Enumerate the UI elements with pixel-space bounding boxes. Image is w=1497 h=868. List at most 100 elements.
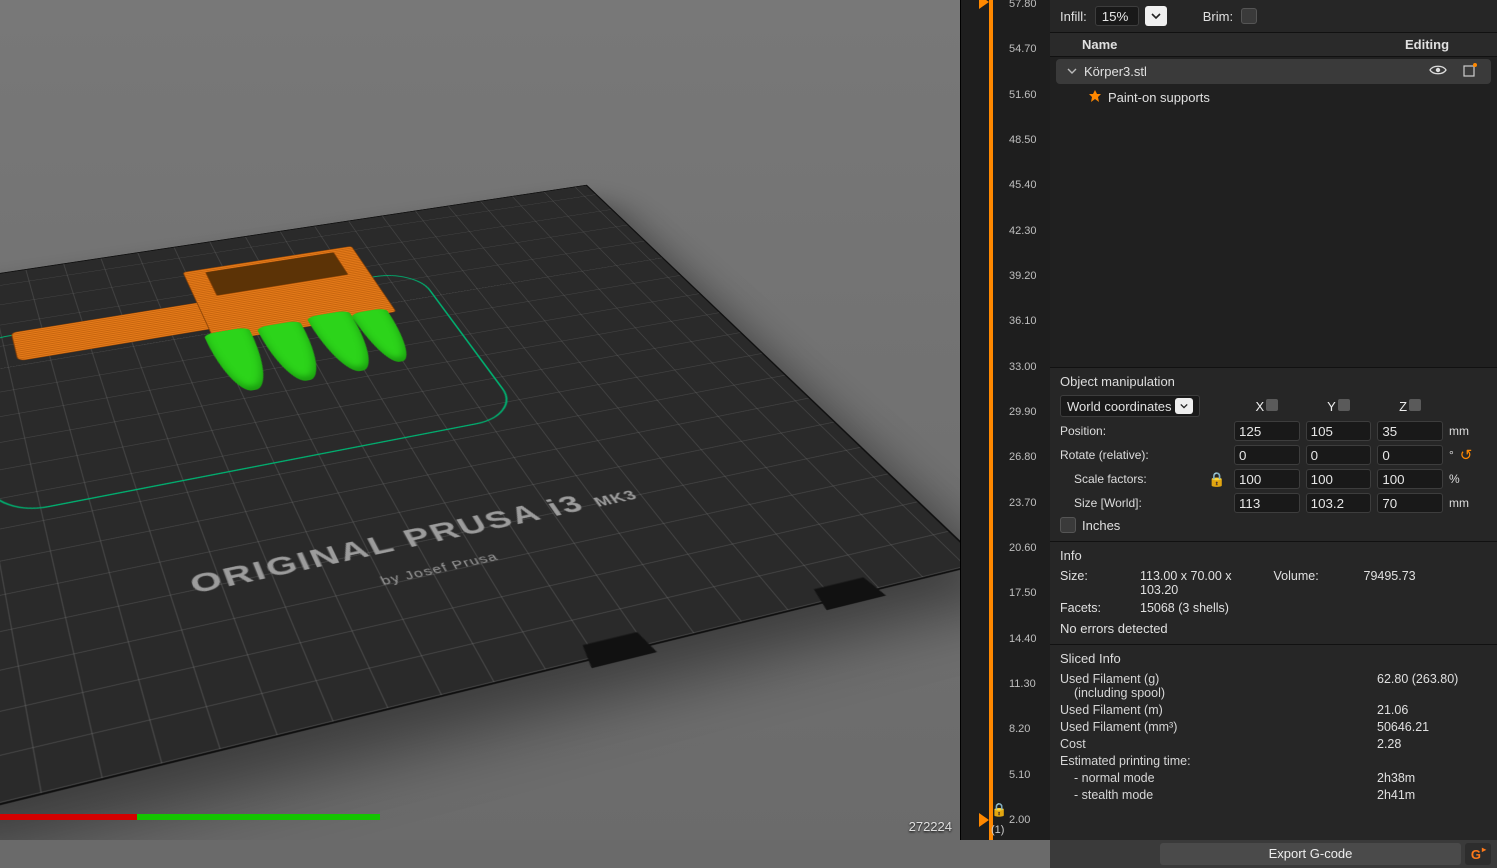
- eye-icon: [1429, 64, 1447, 76]
- info-size-key: Size:: [1060, 569, 1130, 597]
- mirror-x-icon[interactable]: [1266, 399, 1278, 411]
- gcode-icon-label: G: [1471, 847, 1481, 862]
- rotate-unit: °: [1449, 448, 1454, 462]
- info-volume-value: 79495.73: [1364, 569, 1488, 597]
- size-x-input[interactable]: [1234, 493, 1300, 513]
- editing-toggle[interactable]: [1457, 62, 1483, 81]
- bed-foot: [577, 631, 657, 669]
- scale-x-input[interactable]: [1234, 469, 1300, 489]
- slider-thumb-bottom[interactable]: [979, 813, 989, 827]
- object-manipulation-section: Object manipulation World coordinates X …: [1050, 367, 1497, 541]
- side-panel: Infill: Brim: Name Editing Körper3.stl: [1050, 0, 1497, 840]
- axis-x-label: X: [1255, 399, 1264, 414]
- section-title: Info: [1060, 548, 1487, 563]
- object-child-row[interactable]: Paint-on supports: [1050, 86, 1497, 109]
- infill-label: Infill:: [1060, 9, 1087, 24]
- coord-system-value: World coordinates: [1067, 399, 1172, 414]
- ruler-tick: 33.00: [1009, 361, 1037, 373]
- filament-g-key: Used Filament (g): [1060, 672, 1159, 686]
- chevron-down-icon: [1067, 66, 1077, 76]
- support-icon: [1088, 89, 1102, 106]
- filament-mm3-value: 50646.21: [1377, 720, 1487, 734]
- inches-label: Inches: [1082, 518, 1120, 533]
- visibility-toggle[interactable]: [1425, 64, 1451, 79]
- scale-unit: %: [1449, 472, 1487, 486]
- print-bed[interactable]: ORIGINAL PRUSA i3 MK3 by Josef Prusa: [0, 185, 960, 827]
- lock-icon[interactable]: 🔒: [991, 802, 1007, 818]
- ruler-tick: 42.30: [1009, 225, 1037, 237]
- filament-g-value: 62.80 (263.80): [1377, 672, 1487, 700]
- rotate-y-input[interactable]: [1306, 445, 1372, 465]
- info-size-value: 113.00 x 70.00 x 103.20: [1140, 569, 1264, 597]
- info-section: Info Size: 113.00 x 70.00 x 103.20 Volum…: [1050, 541, 1497, 644]
- size-z-input[interactable]: [1377, 493, 1443, 513]
- position-z-input[interactable]: [1377, 421, 1443, 441]
- mirror-y-icon[interactable]: [1338, 399, 1350, 411]
- object-name: Körper3.stl: [1084, 64, 1419, 79]
- size-row: Size [World]: mm: [1060, 493, 1487, 513]
- stealth-mode-key: - stealth mode: [1060, 788, 1367, 802]
- bed-foot: [809, 576, 886, 610]
- stealth-mode-value: 2h41m: [1377, 788, 1487, 802]
- brim-checkbox[interactable]: [1241, 8, 1257, 24]
- axis-z-label: Z: [1399, 399, 1407, 414]
- gcode-icon[interactable]: G ▸: [1465, 843, 1491, 865]
- layer-slider[interactable]: 57.8054.7051.6048.5045.4042.3039.2036.10…: [960, 0, 1050, 840]
- ruler-tick: 17.50: [1009, 587, 1037, 599]
- mirror-z-icon[interactable]: [1409, 399, 1421, 411]
- coord-system-select[interactable]: World coordinates: [1060, 395, 1200, 417]
- position-row: Position: mm: [1060, 421, 1487, 441]
- size-unit: mm: [1449, 496, 1487, 510]
- export-gcode-button[interactable]: Export G-code: [1160, 843, 1461, 865]
- filament-g-sub: (including spool): [1060, 686, 1165, 700]
- size-y-input[interactable]: [1306, 493, 1372, 513]
- sliced-info-section: Sliced Info Used Filament (g) (including…: [1050, 644, 1497, 810]
- position-y-input[interactable]: [1306, 421, 1372, 441]
- ruler-tick: 51.60: [1009, 89, 1037, 101]
- ruler-tick: 11.30: [1009, 678, 1036, 690]
- legend-bar: [0, 814, 380, 820]
- scale-y-input[interactable]: [1306, 469, 1372, 489]
- reset-rotation-button[interactable]: ↺: [1460, 446, 1473, 464]
- filament-m-value: 21.06: [1377, 703, 1487, 717]
- rotate-row: Rotate (relative): ° ↺: [1060, 445, 1487, 465]
- single-layer-label: (1): [991, 824, 1004, 836]
- scale-row: Scale factors: 🔒 %: [1060, 469, 1487, 489]
- chevron-down-icon: [1175, 398, 1193, 414]
- ruler-tick: 2.00: [1009, 814, 1030, 826]
- col-editing-header: Editing: [1367, 37, 1487, 52]
- position-x-input[interactable]: [1234, 421, 1300, 441]
- normal-mode-key: - normal mode: [1060, 771, 1367, 785]
- quick-settings-row: Infill: Brim:: [1050, 0, 1497, 32]
- slider-thumb-top[interactable]: [979, 0, 989, 9]
- infill-dropdown-button[interactable]: [1145, 6, 1167, 26]
- ruler-tick: 29.90: [1009, 406, 1037, 418]
- coord-header-row: World coordinates X Y Z: [1060, 395, 1487, 417]
- ruler-tick: 45.40: [1009, 179, 1037, 191]
- object-row[interactable]: Körper3.stl: [1056, 59, 1491, 84]
- object-tree[interactable]: Körper3.stl Paint-on supports: [1050, 57, 1497, 367]
- rotate-label: Rotate (relative):: [1060, 448, 1200, 462]
- lock-scale-icon[interactable]: 🔒: [1206, 471, 1228, 488]
- rotate-z-input[interactable]: [1377, 445, 1443, 465]
- infill-input[interactable]: [1095, 6, 1139, 26]
- inches-checkbox[interactable]: [1060, 517, 1076, 533]
- ruler-tick: 54.70: [1009, 43, 1037, 55]
- ruler-tick: 14.40: [1009, 633, 1037, 645]
- expand-toggle[interactable]: [1066, 64, 1078, 79]
- info-status: No errors detected: [1060, 621, 1487, 636]
- axis-y-label: Y: [1327, 399, 1336, 414]
- rotate-x-input[interactable]: [1234, 445, 1300, 465]
- export-bar: Export G-code G ▸: [1050, 840, 1497, 868]
- edit-icon: [1462, 62, 1478, 78]
- object-list-header: Name Editing: [1050, 32, 1497, 57]
- ruler-tick: 5.10: [1009, 769, 1030, 781]
- position-label: Position:: [1060, 424, 1200, 438]
- model-part: [11, 300, 224, 361]
- layer-counter: 272224: [909, 819, 952, 834]
- ruler-tick: 23.70: [1009, 497, 1037, 509]
- scale-z-input[interactable]: [1377, 469, 1443, 489]
- time-key: Estimated printing time:: [1060, 754, 1487, 768]
- viewport-3d[interactable]: ORIGINAL PRUSA i3 MK3 by Josef Prusa 272…: [0, 0, 960, 840]
- object-child-name: Paint-on supports: [1108, 90, 1489, 105]
